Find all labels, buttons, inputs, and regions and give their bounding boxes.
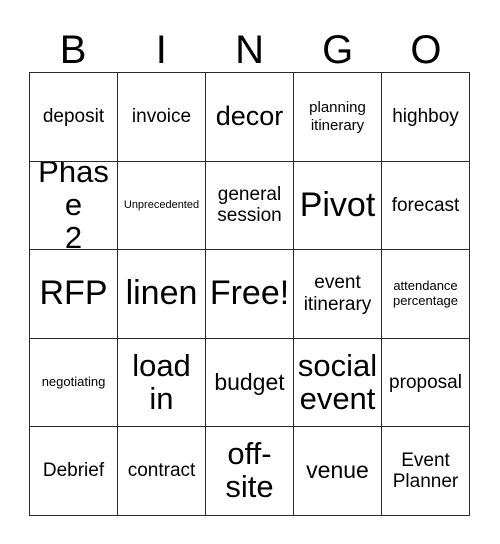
bingo-cell-label: decor [215,101,284,132]
bingo-cell[interactable]: budget [206,338,294,428]
bingo-cell[interactable]: Unprecedented [118,161,206,251]
bingo-cell[interactable]: Debrief [30,427,118,516]
bingo-cell[interactable]: negotiating [30,338,118,428]
bingo-header-letter-b: B [59,28,87,72]
bingo-cell[interactable]: contract [118,427,206,516]
bingo-cell-label: highboy [392,105,459,127]
bingo-cell[interactable]: invoice [118,73,206,162]
bingo-cell[interactable]: social event [294,338,382,428]
bingo-cell-label: general session [217,183,282,227]
bingo-cell[interactable]: forecast [382,161,470,251]
bingo-cell[interactable]: proposal [382,338,470,428]
bingo-cell-label: RFP [39,274,108,313]
bingo-cell[interactable]: Pivot [294,161,382,251]
bingo-cell-label: Event Planner [392,449,459,493]
bingo-cell[interactable]: Free! [206,250,294,339]
bingo-cell-label: event itinerary [303,272,372,315]
bingo-header-letter-g: G [322,28,354,72]
bingo-cell-label: Free! [209,274,290,313]
bingo-header-letter-i: I [155,28,167,72]
bingo-cell[interactable]: highboy [382,73,470,162]
bingo-cell-label: contract [127,460,196,482]
bingo-cell-label: venue [306,457,369,484]
bingo-cell-label: Pivot [299,185,376,224]
bingo-cell[interactable]: off- site [206,427,294,516]
bingo-header-row: B I N G O [29,16,470,72]
bingo-cell-label: attendance percentage [392,278,459,308]
bingo-cell[interactable]: deposit [30,73,118,162]
bingo-cell-label: Unprecedented [123,199,200,212]
bingo-cell[interactable]: attendance percentage [382,250,470,339]
bingo-cell[interactable]: general session [206,161,294,251]
bingo-cell[interactable]: planning itinerary [294,73,382,162]
bingo-cell-label: social event [297,347,378,416]
bingo-cell-label: Phase 2 [38,161,109,251]
bingo-cell[interactable]: decor [206,73,294,162]
bingo-cell-label: forecast [391,194,460,216]
bingo-cell[interactable]: Event Planner [382,427,470,516]
bingo-cell-label: proposal [389,371,462,393]
bingo-cell-label: invoice [131,105,192,127]
bingo-cell[interactable]: RFP [30,250,118,339]
bingo-cell-label: linen [125,274,198,313]
bingo-cell[interactable]: linen [118,250,206,339]
bingo-header-letter-o: O [410,28,442,72]
bingo-cell[interactable]: venue [294,427,382,516]
bingo-card: B I N G O deposit invoice decor planning it… [0,0,500,544]
bingo-cell-label: deposit [42,105,105,127]
bingo-cell-label: off- site [225,436,274,505]
bingo-cell-label: load in [132,347,191,416]
bingo-cell[interactable]: event itinerary [294,250,382,339]
bingo-cell-label: budget [214,368,285,395]
bingo-cell-label: Debrief [42,460,105,482]
bingo-cell[interactable]: load in [118,338,206,428]
bingo-cell[interactable]: Phase 2 [30,161,118,251]
bingo-grid: deposit invoice decor planning itinerary hig… [29,72,470,516]
bingo-header-letter-n: N [235,28,264,72]
bingo-cell-label: negotiating [41,374,106,390]
bingo-cell-label: planning itinerary [309,99,366,134]
